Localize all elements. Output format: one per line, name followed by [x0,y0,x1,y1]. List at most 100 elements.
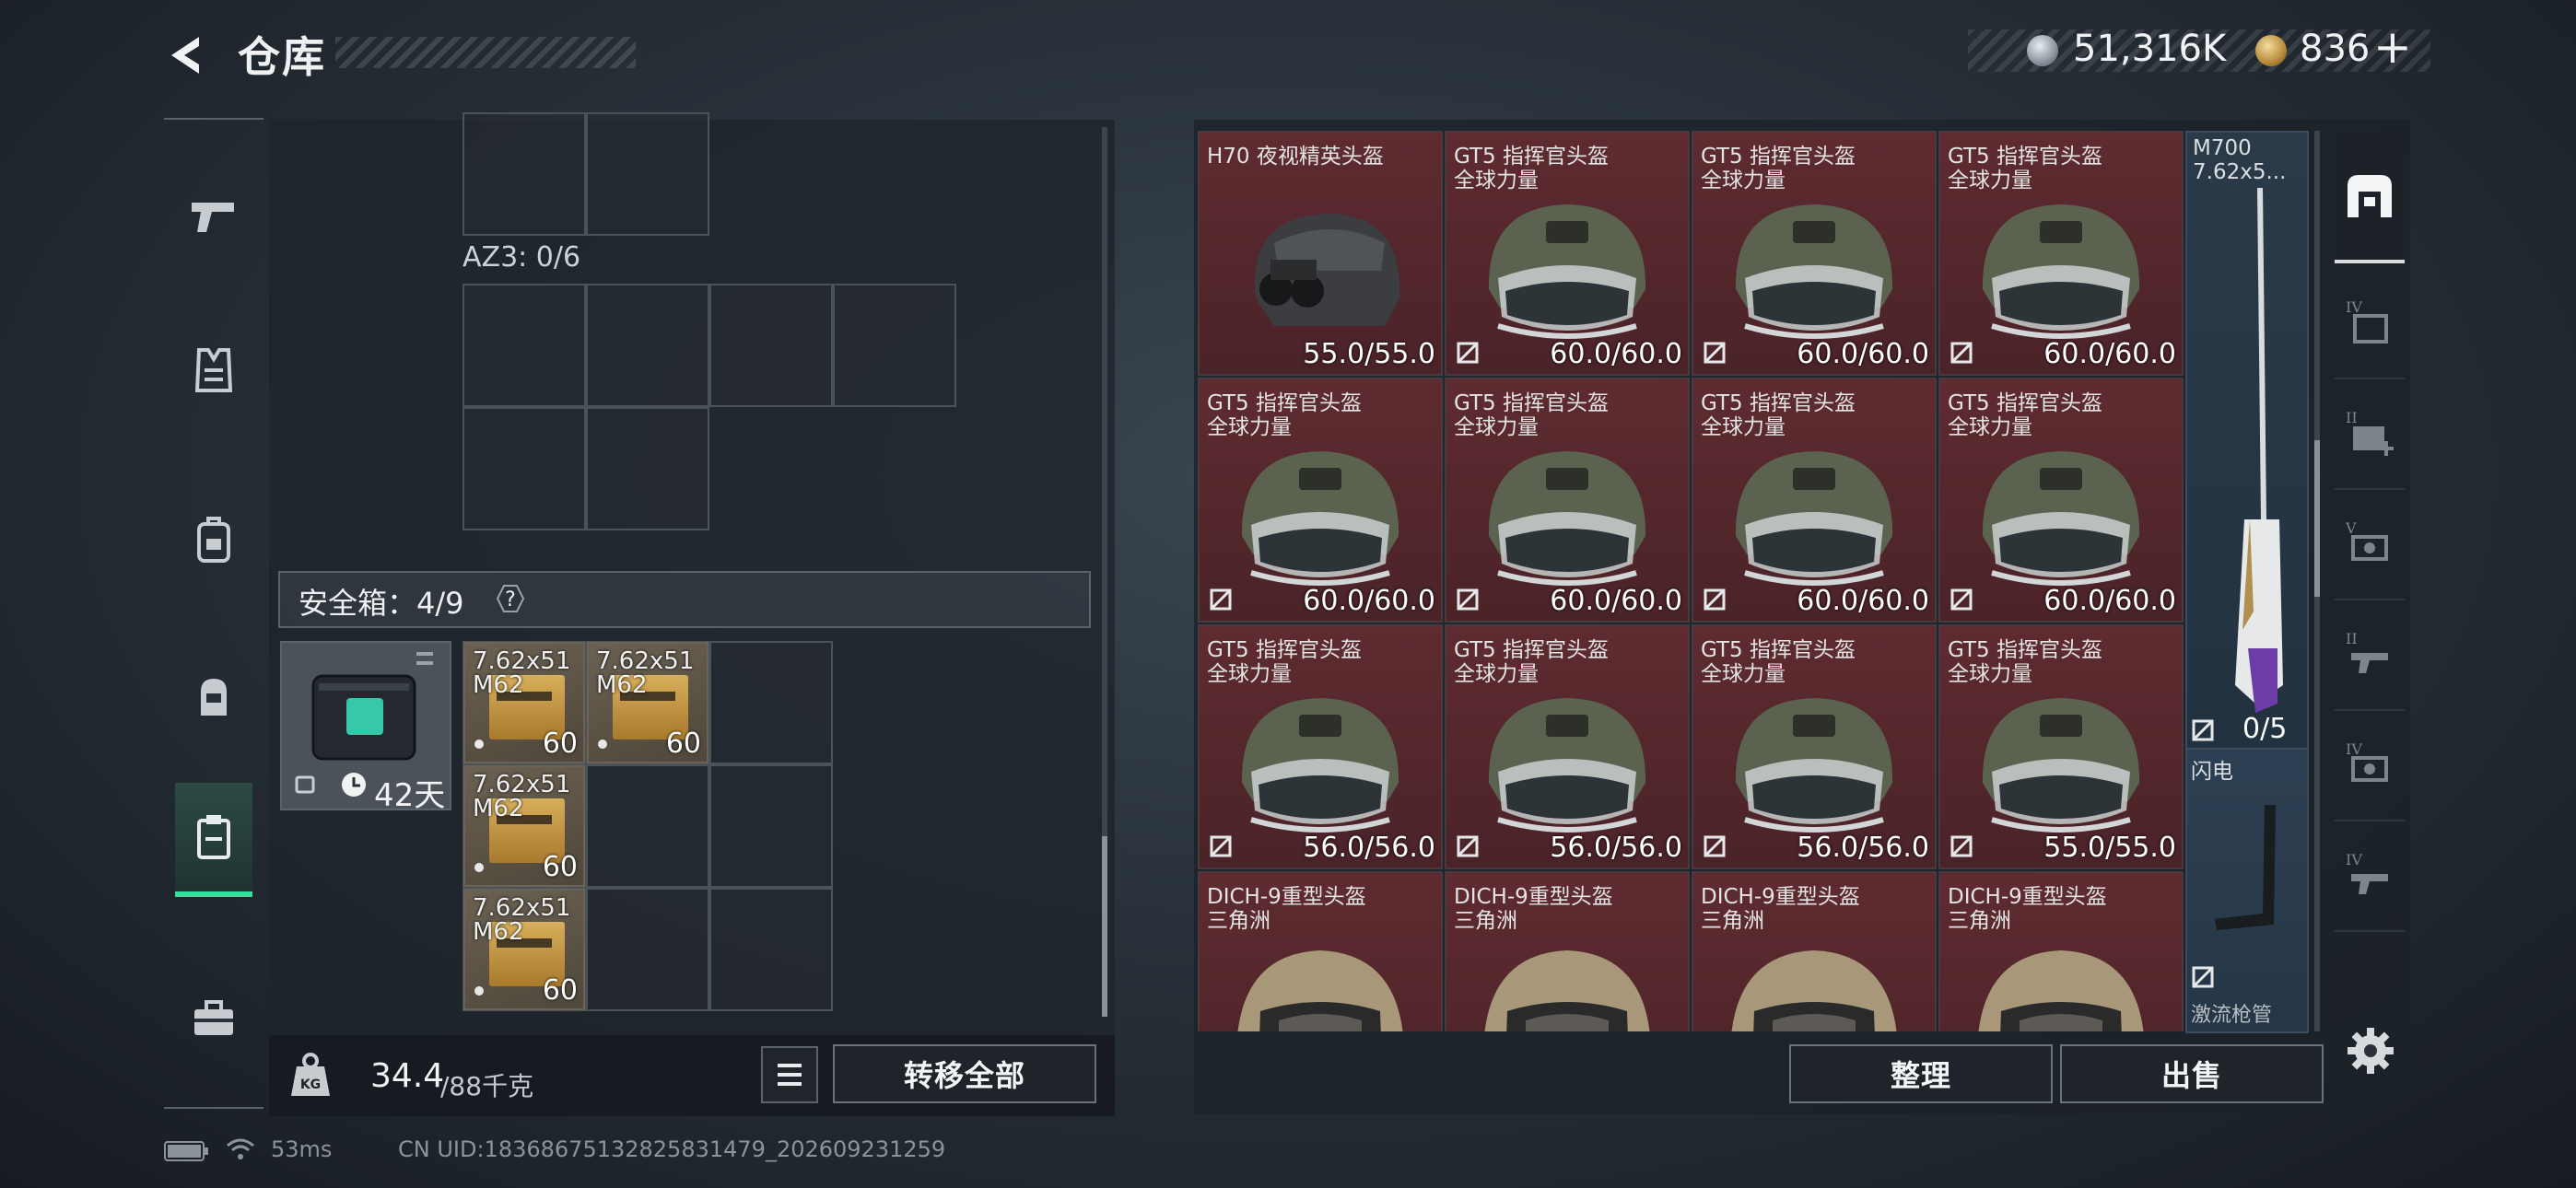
backpack-icon [197,517,230,563]
tier-iv-gun-icon: IV [2346,851,2388,894]
no-insurance-icon [1950,341,1973,365]
help-icon[interactable]: ? [490,578,531,619]
safebox-slot[interactable] [709,764,833,888]
warehouse-item[interactable]: GT5 指挥官头盔 全球力量 56.0/56.0 [1445,624,1690,869]
container-slot[interactable] [463,112,586,236]
az3-slot[interactable] [833,284,956,407]
list-view-button[interactable] [761,1046,818,1103]
network-ping: 53ms [271,1136,333,1162]
sell-button[interactable]: 出售 [2060,1044,2324,1103]
warehouse-item[interactable]: GT5 指挥官头盔 全球力量 60.0/60.0 [1445,131,1690,376]
warehouse-item[interactable]: GT5 指挥官头盔 全球力量 60.0/60.0 [1445,378,1690,623]
ammo-item[interactable]: 7.62x51 M62 60 [587,642,708,763]
category-v-equipment[interactable]: V [2335,490,2405,600]
item-faction: 全球力量 [1454,662,1539,686]
nav-armor[interactable] [164,319,263,422]
back-arrow-icon[interactable] [162,31,210,79]
svg-text:?: ? [505,588,516,611]
no-insurance-icon [1457,342,1479,364]
category-ii-gun[interactable]: II [2335,600,2405,711]
no-insurance-icon [1950,834,1973,858]
helmet-icon [1708,928,1920,1031]
category-iv-container[interactable]: IV [2335,269,2405,379]
weight-current: 34.4 [370,1057,445,1095]
warehouse-item[interactable]: GT5 指挥官头盔 全球力量 60.0/60.0 [1938,378,2184,623]
warehouse-item[interactable]: DICH-9重型头盔 三角洲 [1692,871,1937,1031]
m700-ammo-count: 0/5 [2242,713,2288,745]
item-faction: 三角洲 [1454,909,1517,933]
az3-slot[interactable] [463,284,586,407]
transfer-all-button[interactable]: 转移全部 [833,1044,1096,1103]
tier-iv-container-icon: IV [2346,298,2388,344]
rifle-icon [2235,188,2283,713]
item-durability: 60.0/60.0 [1303,585,1435,617]
warehouse-scrollbar-thumb[interactable] [2314,440,2320,597]
nav-chest-rig[interactable] [164,645,263,748]
stash-scrollbar-thumb[interactable] [1102,836,1107,1017]
warehouse-item[interactable]: H70 夜视精英头盔 55.0/55.0 [1198,131,1443,376]
safebox-slot[interactable] [709,641,833,764]
item-faction: 三角洲 [1948,909,2011,933]
nav-weapon[interactable] [164,164,263,267]
az3-slot[interactable] [586,284,709,407]
no-insurance-icon [1703,834,1727,858]
warehouse-item[interactable]: GT5 指挥官头盔 全球力量 60.0/60.0 [1198,378,1443,623]
nav-backpack[interactable] [164,488,263,591]
list-icon [778,1064,802,1086]
item-faction: 全球力量 [1454,169,1539,192]
category-iv-equipment[interactable]: IV [2335,711,2405,821]
settings-gear-icon[interactable] [2346,1026,2395,1076]
helmet-icon [1461,928,1673,1031]
item-durability: 60.0/60.0 [1550,338,1682,370]
clipboard-icon [197,815,230,859]
category-ii-medical[interactable]: II [2335,379,2405,490]
no-insurance-icon [1209,834,1233,858]
category-all[interactable] [2335,131,2405,263]
ammo-item[interactable]: 7.62x51 M62 60 [463,765,585,887]
item-faction: 全球力量 [1701,169,1786,192]
svg-text:II: II [2346,409,2358,426]
container-slot[interactable] [586,112,709,236]
no-insurance-icon [2192,966,2214,988]
az3-slot[interactable] [709,284,833,407]
tier-iv-equipment-icon: IV [2346,740,2388,782]
warehouse-item[interactable]: GT5 指挥官头盔 全球力量 60.0/60.0 [1692,131,1937,376]
m700-rifle-item[interactable] [2185,131,2309,750]
safebox-slot[interactable] [709,888,833,1011]
svg-text:II: II [2346,630,2358,647]
title-stripe-decoration [335,37,636,68]
add-gold-button[interactable]: + [2373,20,2412,74]
no-insurance-icon [2192,719,2214,741]
warehouse-item[interactable]: GT5 指挥官头盔 全球力量 55.0/55.0 [1938,624,2184,869]
warehouse-item[interactable]: DICH-9重型头盔 三角洲 [1445,871,1690,1031]
category-iv-gun[interactable]: IV [2335,821,2405,932]
safebox-slot[interactable] [586,764,709,888]
warehouse-item[interactable]: GT5 指挥官头盔 全球力量 56.0/56.0 [1692,624,1937,869]
warehouse-item[interactable]: GT5 指挥官头盔 全球力量 60.0/60.0 [1692,378,1937,623]
warehouse-item[interactable]: GT5 指挥官头盔 全球力量 60.0/60.0 [1938,131,2184,376]
ammo-count: 60 [542,728,578,760]
nav-toolbox[interactable] [164,967,263,1070]
safebox-slot[interactable] [586,888,709,1011]
tier-ii-gun-icon: II [2346,630,2388,673]
warehouse-icon [2348,175,2392,217]
sort-button[interactable]: 整理 [1789,1044,2053,1103]
helmet-icon [1708,681,1920,851]
tier-ii-medkit-icon: II [2346,409,2394,456]
ammo-item[interactable]: 7.62x51 M62 60 [463,642,585,763]
warehouse-category-bar: IV II V II IV IV [2335,131,2405,1042]
warehouse-item[interactable]: DICH-9重型头盔 三角洲 [1198,871,1443,1031]
barrel-part-item[interactable] [2185,748,2309,1033]
ammo-item[interactable]: 7.62x51 M62 60 [463,889,585,1010]
barrel-part-icon [2215,805,2276,930]
warehouse-item[interactable]: DICH-9重型头盔 三角洲 [1938,871,2184,1031]
item-durability: 60.0/60.0 [1797,338,1929,370]
az3-slot[interactable] [586,407,709,530]
no-insurance-icon [1456,341,1480,365]
nav-container[interactable] [175,783,252,897]
ammo-count: 60 [665,728,701,760]
safebox-days-remaining: 42天 [374,777,446,814]
warehouse-item[interactable]: GT5 指挥官头盔 全球力量 56.0/56.0 [1198,624,1443,869]
az3-slot[interactable] [463,407,586,530]
wifi-icon [227,1138,254,1159]
